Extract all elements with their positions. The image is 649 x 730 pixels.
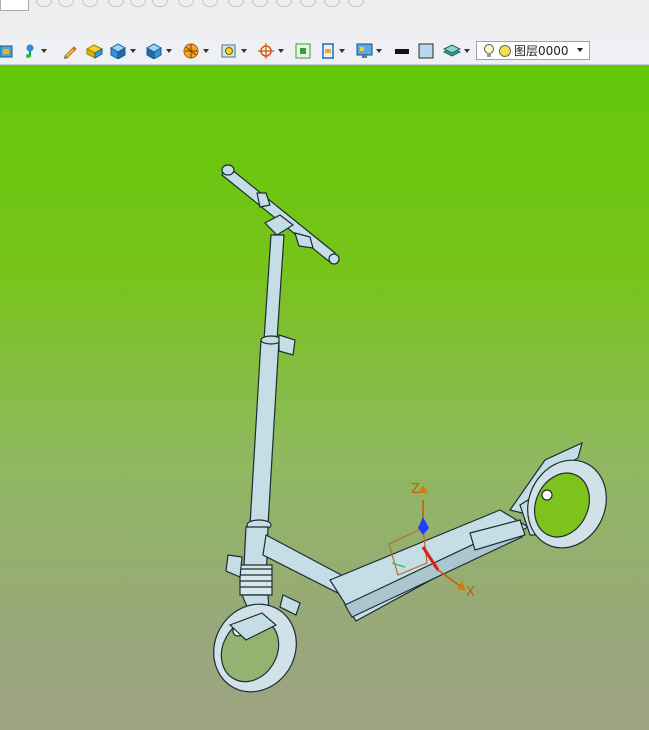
- faded-tool-icon: [152, 0, 168, 7]
- x-axis-arrow: [457, 581, 466, 591]
- faded-tool-icon: [300, 0, 316, 7]
- lower-stem-tube: [249, 339, 280, 526]
- faded-tool-icon: [276, 0, 292, 7]
- layer-select-value: 图层0000: [514, 44, 569, 58]
- handlebar-right-grip: [328, 253, 340, 265]
- chevron-down-icon[interactable]: [166, 49, 172, 53]
- handlebar-left-grip: [221, 164, 235, 176]
- faded-tool-icon: [58, 0, 74, 7]
- black-line-icon[interactable]: [394, 41, 410, 61]
- chevron-down-icon[interactable]: [203, 49, 209, 53]
- partial-input-box[interactable]: [0, 0, 29, 11]
- layer-select[interactable]: 图层0000: [476, 41, 590, 60]
- x-axis-label: X: [466, 585, 475, 600]
- folding-clamp: [260, 335, 282, 345]
- x-axis-line: [437, 569, 461, 587]
- folding-lever: [278, 334, 296, 356]
- chevron-down-icon[interactable]: [241, 49, 247, 53]
- upper-stem-tube: [263, 234, 285, 341]
- sphere-icon[interactable]: [183, 41, 209, 61]
- 3d-viewport[interactable]: Z X: [0, 65, 649, 730]
- target-icon[interactable]: [258, 41, 284, 61]
- color-swatch-icon[interactable]: [418, 41, 434, 61]
- monitor-icon[interactable]: [356, 41, 382, 61]
- zoom-icon[interactable]: [221, 41, 247, 61]
- blue-cube-icon[interactable]: [110, 41, 136, 61]
- front-fender-bracket: [225, 554, 243, 578]
- yellow-box-icon[interactable]: [86, 41, 103, 61]
- faded-tool-icon: [202, 0, 218, 7]
- chevron-down-icon[interactable]: [41, 49, 47, 53]
- chevron-down-icon[interactable]: [278, 49, 284, 53]
- yellow-dot-icon: [499, 44, 511, 57]
- scooter-model: [213, 164, 607, 693]
- faded-tool-icon: [36, 0, 52, 7]
- chevron-down-icon[interactable]: [464, 49, 470, 53]
- faded-tool-icon: [130, 0, 146, 7]
- faded-tool-icon: [228, 0, 244, 7]
- blue-cube2-icon[interactable]: [146, 41, 172, 61]
- fit-icon[interactable]: [295, 41, 311, 61]
- faded-tool-icon: [252, 0, 268, 7]
- pencil-icon[interactable]: [62, 41, 78, 61]
- z-axis-handle: [418, 517, 429, 535]
- faded-tool-icon: [178, 0, 194, 7]
- height-icon[interactable]: [320, 41, 345, 61]
- faded-tool-icon: [348, 0, 364, 7]
- faded-tool-icon: [324, 0, 340, 7]
- chevron-down-icon[interactable]: [130, 49, 136, 53]
- handlebar-clamp: [256, 192, 271, 208]
- view-icon[interactable]: [0, 41, 14, 61]
- chevron-down-icon[interactable]: [339, 49, 345, 53]
- upper-toolbar-strip: [0, 0, 649, 39]
- lightbulb-icon: [484, 43, 494, 57]
- layer-stack-icon[interactable]: [443, 41, 470, 61]
- chevron-down-icon[interactable]: [376, 49, 382, 53]
- chevron-down-icon[interactable]: [577, 48, 583, 52]
- rear-hub: [541, 489, 553, 501]
- faded-tool-icon: [82, 0, 98, 7]
- z-axis-label: Z: [411, 482, 420, 497]
- pin-icon[interactable]: [22, 41, 47, 61]
- faded-tool-icon: [108, 0, 124, 7]
- front-brake-lever: [279, 594, 301, 616]
